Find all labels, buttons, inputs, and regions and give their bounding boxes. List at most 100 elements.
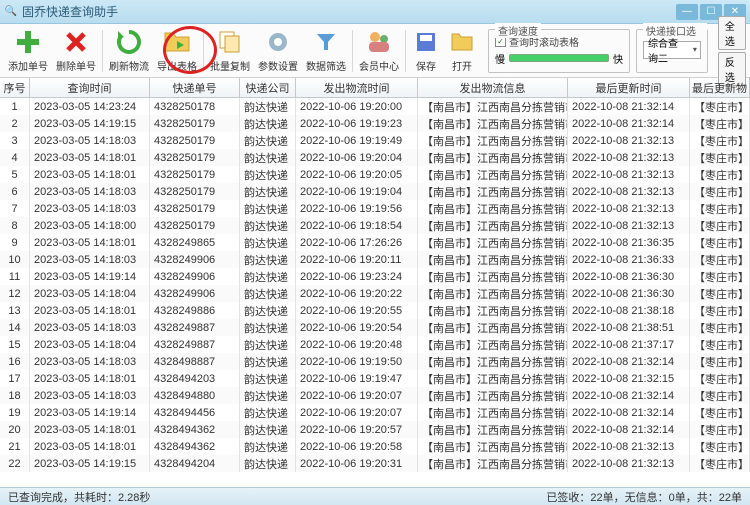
cell: 2022-10-06 19:20:55 [296,302,418,319]
table-header: 序号 查询时间 快递单号 快递公司 发出物流时间 发出物流信息 最后更新时间 最… [0,78,750,98]
cell: 2023-03-05 14:18:03 [30,132,150,149]
table-row[interactable]: 162023-03-05 14:18:034328498887韵达快递2022-… [0,353,750,370]
table-row[interactable]: 82023-03-05 14:18:004328250179韵达快递2022-1… [0,217,750,234]
cell: 【南昌市】江西南昌分拣营销市… [418,217,568,234]
col-sendtime[interactable]: 发出物流时间 [296,78,418,97]
batch-label: 批量复制 [210,58,250,73]
delete-label: 删除单号 [56,58,96,73]
cell: 【枣庄市】 [690,404,750,421]
selectall-button[interactable]: 全选 [718,16,746,50]
export-button[interactable]: 导出表格 [153,27,201,75]
table-row[interactable]: 142023-03-05 14:18:034328249887韵达快递2022-… [0,319,750,336]
cell: 2022-10-08 21:32:14 [568,421,690,438]
cell: 【枣庄市】 [690,98,750,115]
speed-legend: 查询速度 [495,23,541,38]
filter-button[interactable]: 数据筛选 [302,27,350,75]
table-row[interactable]: 192023-03-05 14:19:144328494456韵达快递2022-… [0,404,750,421]
port-select[interactable]: 综合查询二 [643,41,701,59]
member-button[interactable]: 会员中心 [355,27,403,75]
cell: 2022-10-08 21:32:14 [568,387,690,404]
cell: 2 [0,115,30,132]
cell: 韵达快递 [240,455,296,472]
cell: 2023-03-05 14:18:01 [30,166,150,183]
cell: 【南昌市】江西南昌分拣营销市… [418,370,568,387]
settings-label: 参数设置 [258,58,298,73]
settings-button[interactable]: 参数设置 [254,27,302,75]
refresh-icon [115,28,143,56]
cross-icon [62,28,90,56]
cell: 4 [0,149,30,166]
cell: 韵达快递 [240,149,296,166]
cell: 2022-10-06 19:19:47 [296,370,418,387]
add-button[interactable]: 添加单号 [4,27,52,75]
col-company[interactable]: 快递公司 [240,78,296,97]
cell: 2022-10-08 21:32:15 [568,370,690,387]
table-row[interactable]: 62023-03-05 14:18:034328250179韵达快递2022-1… [0,183,750,200]
cell: 韵达快递 [240,285,296,302]
cell: 【南昌市】江西南昌分拣营销市… [418,353,568,370]
delete-button[interactable]: 删除单号 [52,27,100,75]
table-row[interactable]: 12023-03-05 14:23:244328250178韵达快递2022-1… [0,98,750,115]
table-row[interactable]: 182023-03-05 14:18:034328494880韵达快递2022-… [0,387,750,404]
col-trackno[interactable]: 快递单号 [150,78,240,97]
table-row[interactable]: 202023-03-05 14:18:014328494362韵达快递2022-… [0,421,750,438]
refresh-label: 刷新物流 [109,58,149,73]
cell: 4328494203 [150,370,240,387]
cell: 【枣庄市】 [690,251,750,268]
cell: 17 [0,370,30,387]
cell: 4328498887 [150,353,240,370]
cell: 4328250179 [150,183,240,200]
table-row[interactable]: 42023-03-05 14:18:014328250179韵达快递2022-1… [0,149,750,166]
cell: 韵达快递 [240,98,296,115]
open-button[interactable]: 打开 [444,27,480,75]
table-row[interactable]: 22023-03-05 14:19:154328250179韵达快递2022-1… [0,115,750,132]
cell: 3 [0,132,30,149]
speed-slider[interactable] [509,54,609,62]
cell: 2022-10-08 21:36:30 [568,268,690,285]
cell: 【南昌市】江西南昌分拣营销市… [418,302,568,319]
cell: 【枣庄市】 [690,234,750,251]
col-updateinfo[interactable]: 最后更新物 [690,78,750,97]
cell: 6 [0,183,30,200]
data-grid[interactable]: 12023-03-05 14:23:244328250178韵达快递2022-1… [0,98,750,486]
refresh-button[interactable]: 刷新物流 [105,27,153,75]
table-row[interactable]: 222023-03-05 14:19:154328494204韵达快递2022-… [0,455,750,472]
save-label: 保存 [416,58,436,73]
cell: 【枣庄市】 [690,217,750,234]
table-row[interactable]: 112023-03-05 14:19:144328249906韵达快递2022-… [0,268,750,285]
cell: 【南昌市】江西南昌分拣营销市… [418,149,568,166]
table-row[interactable]: 212023-03-05 14:18:014328494362韵达快递2022-… [0,438,750,455]
col-sendinfo[interactable]: 发出物流信息 [418,78,568,97]
save-button[interactable]: 保存 [408,27,444,75]
col-querytime[interactable]: 查询时间 [30,78,150,97]
table-row[interactable]: 152023-03-05 14:18:044328249887韵达快递2022-… [0,336,750,353]
batch-button[interactable]: 批量复制 [206,27,254,75]
toolbar: 添加单号 删除单号 刷新物流 导出表格 批量复制 参数设置 数据筛选 会员中心 … [0,24,750,78]
cell: 2023-03-05 14:19:14 [30,404,150,421]
cell: 2023-03-05 14:18:03 [30,183,150,200]
cell: 【枣庄市】 [690,421,750,438]
cell: 韵达快递 [240,200,296,217]
save-icon [412,28,440,56]
cell: 4328250179 [150,200,240,217]
table-row[interactable]: 172023-03-05 14:18:014328494203韵达快递2022-… [0,370,750,387]
cell: 2022-10-08 21:32:14 [568,98,690,115]
table-row[interactable]: 92023-03-05 14:18:014328249865韵达快递2022-1… [0,234,750,251]
cell: 【南昌市】江西南昌分拣营销市… [418,438,568,455]
table-row[interactable]: 132023-03-05 14:18:014328249886韵达快递2022-… [0,302,750,319]
cell: 2022-10-08 21:36:35 [568,234,690,251]
add-label: 添加单号 [8,58,48,73]
table-row[interactable]: 102023-03-05 14:18:034328249906韵达快递2022-… [0,251,750,268]
col-updatetime[interactable]: 最后更新时间 [568,78,690,97]
table-row[interactable]: 122023-03-05 14:18:044328249906韵达快递2022-… [0,285,750,302]
table-row[interactable]: 72023-03-05 14:18:034328250179韵达快递2022-1… [0,200,750,217]
open-icon [448,28,476,56]
cell: 韵达快递 [240,353,296,370]
cell: 【枣庄市】 [690,285,750,302]
cell: 2023-03-05 14:18:04 [30,285,150,302]
table-row[interactable]: 52023-03-05 14:18:014328250179韵达快递2022-1… [0,166,750,183]
col-seq[interactable]: 序号 [0,78,30,97]
table-row[interactable]: 32023-03-05 14:18:034328250179韵达快递2022-1… [0,132,750,149]
cell: 2022-10-08 21:32:14 [568,115,690,132]
cell: 5 [0,166,30,183]
